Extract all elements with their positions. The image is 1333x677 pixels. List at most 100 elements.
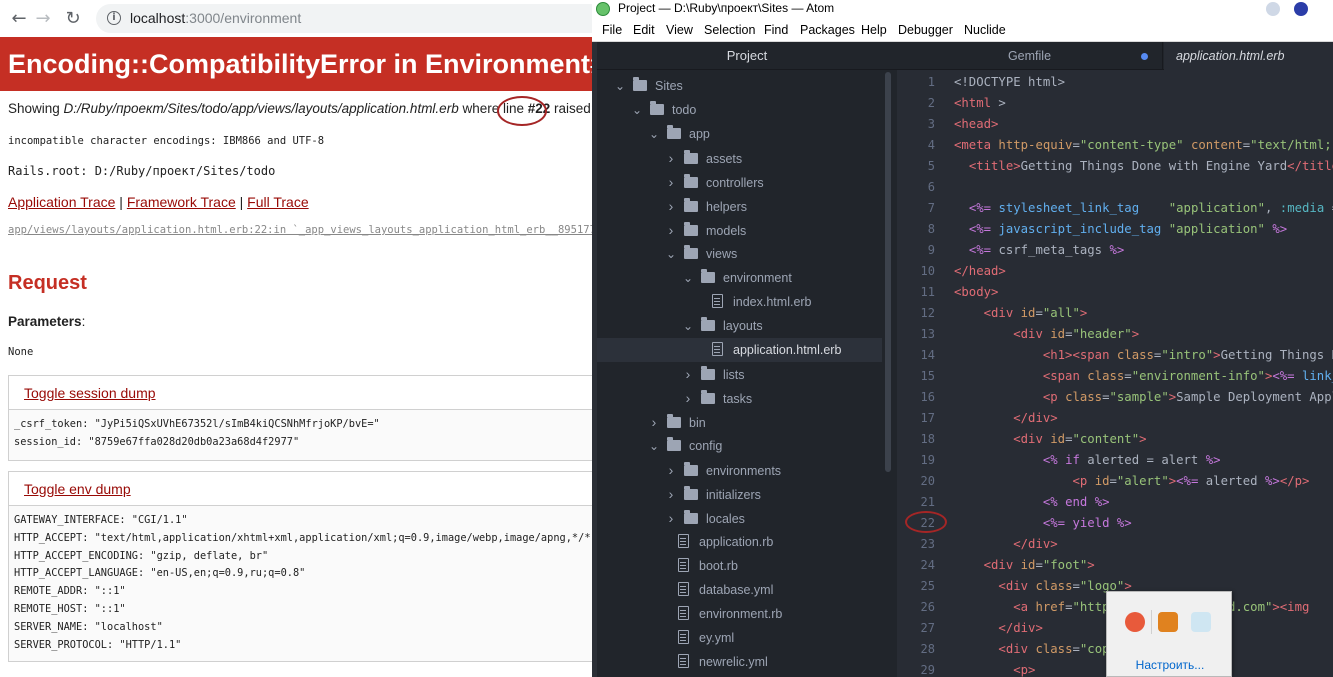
tree-item-label: lists	[723, 368, 745, 382]
customize-link[interactable]: Настроить...	[1107, 658, 1233, 672]
line-number: 19	[920, 453, 935, 467]
folder-icon	[684, 150, 698, 164]
env-line: SERVER_PROTOCOL: "HTTP/1.1"	[14, 638, 182, 651]
application-trace-link[interactable]: Application Trace	[8, 194, 115, 210]
tree-folder[interactable]: › tasks	[681, 386, 752, 410]
tree-folder[interactable]: › helpers	[664, 194, 747, 218]
tree-folder[interactable]: ⌄ layouts	[681, 314, 763, 338]
trace-links: Application Trace | Framework Trace | Fu…	[8, 194, 309, 210]
tree-scrollbar[interactable]	[885, 72, 891, 472]
menu-file[interactable]: File	[602, 23, 622, 37]
line-number: 10	[920, 264, 935, 278]
folder-icon	[684, 486, 698, 500]
toggle-session-dump-link[interactable]: Toggle session dump	[24, 385, 156, 401]
file-icon	[678, 558, 689, 572]
code-area[interactable]: <!DOCTYPE html> <html > <head> <meta http-e…	[954, 70, 1333, 677]
back-arrow-icon[interactable]: ←	[8, 8, 30, 30]
app-tray-icon[interactable]	[1191, 612, 1211, 632]
tree-folder[interactable]: › models	[664, 218, 746, 242]
file-icon	[678, 630, 689, 644]
reload-icon[interactable]: ↻	[62, 8, 84, 30]
toggle-env-dump-link[interactable]: Toggle env dump	[24, 481, 131, 497]
tree-folder[interactable]: › environments	[664, 458, 781, 482]
menu-selection[interactable]: Selection	[704, 23, 755, 37]
code-line: <%= javascript_include_tag "application"…	[968, 222, 1288, 236]
info-icon[interactable]: i	[107, 11, 121, 25]
line-number: 25	[920, 579, 935, 593]
chevron-down-icon: ⌄	[648, 127, 660, 141]
parameters-value: None	[8, 346, 34, 358]
line-number: 28	[920, 642, 935, 656]
line-number: 20	[920, 474, 935, 488]
menu-nuclide[interactable]: Nuclide	[964, 23, 1006, 37]
tray-icon[interactable]	[1266, 2, 1280, 16]
code-line: <p id="alert"><%= alerted %></p>	[1072, 474, 1310, 488]
tree-file[interactable]: application.html.erb	[597, 338, 882, 362]
menu-debugger[interactable]: Debugger	[898, 23, 953, 37]
tray-icon[interactable]	[1294, 2, 1308, 16]
tree-folder[interactable]: ⌄ config	[647, 434, 722, 458]
tree-file[interactable]: newrelic.yml	[664, 650, 768, 674]
request-heading: Request	[8, 272, 87, 294]
java-tray-icon[interactable]	[1158, 612, 1178, 632]
folder-icon	[667, 125, 681, 139]
file-icon	[678, 534, 689, 548]
framework-trace-link[interactable]: Framework Trace	[127, 194, 236, 210]
tree-file[interactable]: application.rb	[664, 530, 773, 554]
tree-file[interactable]: boot.rb	[664, 554, 738, 578]
env-dump: Toggle env dump GATEWAY_INTERFACE: "CGI/…	[8, 471, 592, 662]
full-trace-link[interactable]: Full Trace	[247, 194, 308, 210]
code-line: <%= yield %>	[1042, 516, 1132, 530]
line-number: 29	[920, 663, 935, 677]
chevron-down-icon: ⌄	[614, 79, 626, 93]
line-number: 1	[927, 75, 935, 89]
tree-file[interactable]: index.html.erb	[698, 290, 812, 314]
chevron-down-icon: ⌄	[648, 439, 660, 453]
tab-gemfile[interactable]: Gemfile	[897, 42, 1163, 70]
address-bar[interactable]: i localhost:3000/environment	[96, 4, 592, 33]
tree-folder[interactable]: › locales	[664, 506, 745, 530]
menu-find[interactable]: Find	[764, 23, 788, 37]
tree-file[interactable]: ey.yml	[664, 626, 734, 650]
session-dump: Toggle session dump _csrf_token: "JyPi5i…	[8, 375, 592, 461]
line-number: 16	[920, 390, 935, 404]
forward-arrow-icon[interactable]: →	[32, 8, 54, 30]
tree-file[interactable]: environment.rb	[664, 602, 782, 626]
menu-help[interactable]: Help	[861, 23, 887, 37]
tree-folder[interactable]: ⌄ views	[664, 242, 737, 266]
menu-packages[interactable]: Packages	[800, 23, 855, 37]
tree-folder[interactable]: › bin	[647, 410, 706, 434]
file-icon	[678, 654, 689, 668]
tree-item-label: config	[689, 439, 723, 453]
url-text[interactable]: localhost:3000/environment	[130, 10, 301, 26]
tree-view-title[interactable]: Project	[597, 42, 897, 70]
tree-folder[interactable]: › lists	[681, 362, 745, 386]
tray-overflow-popup: Настроить...	[1106, 591, 1232, 677]
session-line: session_id: "8759e67ffa028d20db0a23a68d4…	[14, 435, 300, 448]
browser-tray-icon[interactable]	[1125, 612, 1145, 632]
annotation-circle	[905, 511, 947, 533]
tree-folder[interactable]: ⌄ environment	[681, 266, 792, 290]
tree-file[interactable]: database.yml	[664, 578, 773, 602]
code-line: <% if alerted = alert %>	[1042, 453, 1221, 467]
tree-item-label: todo	[672, 103, 697, 117]
tree-folder[interactable]: › initializers	[664, 482, 761, 506]
menu-view[interactable]: View	[666, 23, 693, 37]
tree-item-label: app	[689, 127, 710, 141]
code-line: <p class="sample">Sample Deployment Appl…	[1042, 390, 1333, 404]
line-number: 12	[920, 306, 935, 320]
code-line: <h1><span class="intro">Getting Things D…	[1042, 348, 1333, 362]
code-line: <%= stylesheet_link_tag "application", :…	[968, 201, 1333, 215]
line-number: 5	[927, 159, 935, 173]
folder-icon	[684, 245, 698, 259]
tree-folder[interactable]: ⌄ Sites	[613, 74, 683, 98]
tree-folder[interactable]: ⌄ app	[647, 122, 710, 146]
tree-folder[interactable]: › assets	[664, 146, 742, 170]
env-line: GATEWAY_INTERFACE: "CGI/1.1"	[14, 514, 188, 526]
tree-folder[interactable]: ⌄ todo	[630, 98, 696, 122]
chevron-right-icon: ›	[668, 150, 674, 166]
tab-application-html-erb[interactable]: application.html.erb	[1164, 42, 1333, 70]
trace-entry[interactable]: app/views/layouts/application.html.erb:2…	[8, 224, 592, 236]
menu-edit[interactable]: Edit	[633, 23, 655, 37]
tree-folder[interactable]: › controllers	[664, 170, 764, 194]
